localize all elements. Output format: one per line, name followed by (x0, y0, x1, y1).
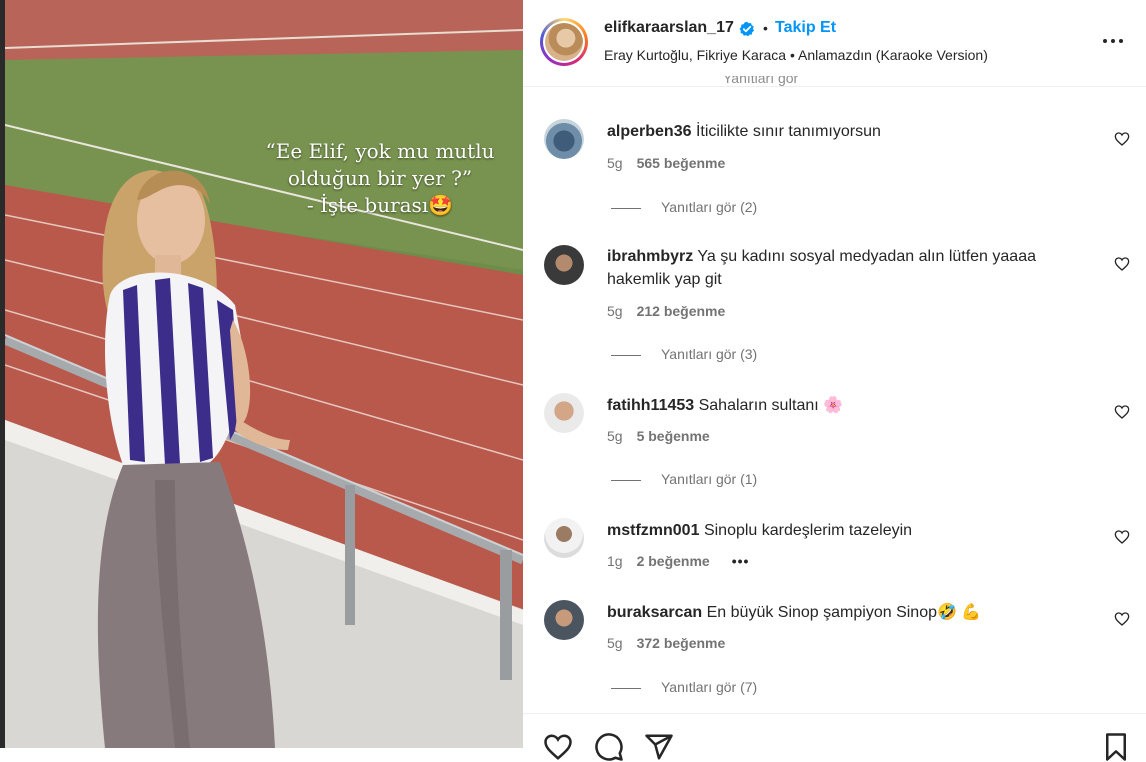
commenter-avatar[interactable] (544, 245, 584, 285)
post-caption-overlay: “Ee Elif, yok mu mutlu olduğun bir yer ?… (235, 138, 523, 219)
heart-icon[interactable] (1114, 611, 1130, 627)
comment-icon[interactable] (594, 732, 624, 762)
comment-text: Sinoplu kardeşlerim tazeleyin (703, 522, 913, 539)
comment-time[interactable]: 5g (607, 635, 623, 651)
share-icon[interactable] (644, 732, 674, 762)
heart-icon[interactable] (1114, 131, 1130, 147)
commenter-avatar[interactable] (544, 600, 584, 640)
post-header: elifkaraarslan_17 • Takip Et Eray Kurtoğ… (523, 0, 1146, 87)
comment-text: İticilikte sınır tanımıyorsun (695, 123, 881, 140)
comment-username[interactable]: buraksarcan (607, 604, 702, 621)
overlay-line: olduğun bir yer ?” (287, 166, 473, 190)
heart-icon[interactable] (543, 732, 573, 762)
more-options-icon[interactable] (1101, 30, 1125, 54)
overlay-line: “Ee Elif, yok mu mutlu (265, 139, 495, 163)
view-replies-button[interactable]: Yanıtları gör (3) (611, 346, 757, 362)
comment-time[interactable]: 1g (607, 553, 623, 569)
commenter-avatar[interactable] (544, 518, 584, 558)
bookmark-icon[interactable] (1101, 732, 1131, 762)
comment-username[interactable]: mstfzmn001 (607, 522, 699, 539)
comment-username[interactable]: ibrahmbyrz (607, 248, 693, 265)
comment-options-icon[interactable]: ••• (732, 553, 750, 569)
comment-text: Sahaların sultanı 🌸 (698, 397, 844, 414)
audio-attribution[interactable]: Eray Kurtoğlu, Fikriye Karaca • Anlamazd… (604, 47, 988, 63)
follow-button[interactable]: Takip Et (775, 19, 836, 37)
comment-likes[interactable]: 372 beğenme (637, 635, 726, 651)
comments-panel: elifkaraarslan_17 • Takip Et Eray Kurtoğ… (523, 0, 1146, 761)
author-username[interactable]: elifkaraarslan_17 (604, 19, 734, 37)
comment-username[interactable]: fatihh11453 (607, 397, 694, 414)
view-replies-button[interactable]: Yanıtları gör (1) (611, 471, 757, 487)
post-media[interactable]: “Ee Elif, yok mu mutlu olduğun bir yer ?… (0, 0, 523, 748)
comment-username[interactable]: alperben36 (607, 123, 691, 140)
avatar-image (545, 23, 583, 61)
heart-icon[interactable] (1114, 529, 1130, 545)
comment-likes[interactable]: 5 beğenme (637, 428, 710, 444)
overlay-line: - İşte burası🤩 (306, 193, 454, 217)
heart-icon[interactable] (1114, 404, 1130, 420)
comment-likes[interactable]: 2 beğenme (637, 553, 710, 569)
scrolled-replies-fragment: Yanıtları gör (4) (723, 76, 799, 86)
comment-text: En büyük Sinop şampiyon Sinop🤣 💪 (706, 604, 982, 621)
comment-time[interactable]: 5g (607, 428, 623, 444)
comment-likes[interactable]: 212 beğenme (637, 303, 726, 319)
view-replies-button[interactable]: Yanıtları gör (2) (611, 199, 757, 215)
view-replies-button[interactable]: Yanıtları gör (7) (611, 679, 757, 695)
comment-time[interactable]: 5g (607, 303, 623, 319)
commenter-avatar[interactable] (544, 119, 584, 159)
commenter-avatar[interactable] (544, 393, 584, 433)
post-image: “Ee Elif, yok mu mutlu olduğun bir yer ?… (5, 0, 523, 748)
comment-likes[interactable]: 565 beğenme (637, 155, 726, 171)
post-actions-bar (523, 713, 1146, 761)
verified-badge-icon (739, 21, 754, 37)
heart-icon[interactable] (1114, 256, 1130, 272)
separator-dot: • (763, 20, 768, 36)
author-avatar[interactable] (540, 18, 588, 66)
comment-time[interactable]: 5g (607, 155, 623, 171)
